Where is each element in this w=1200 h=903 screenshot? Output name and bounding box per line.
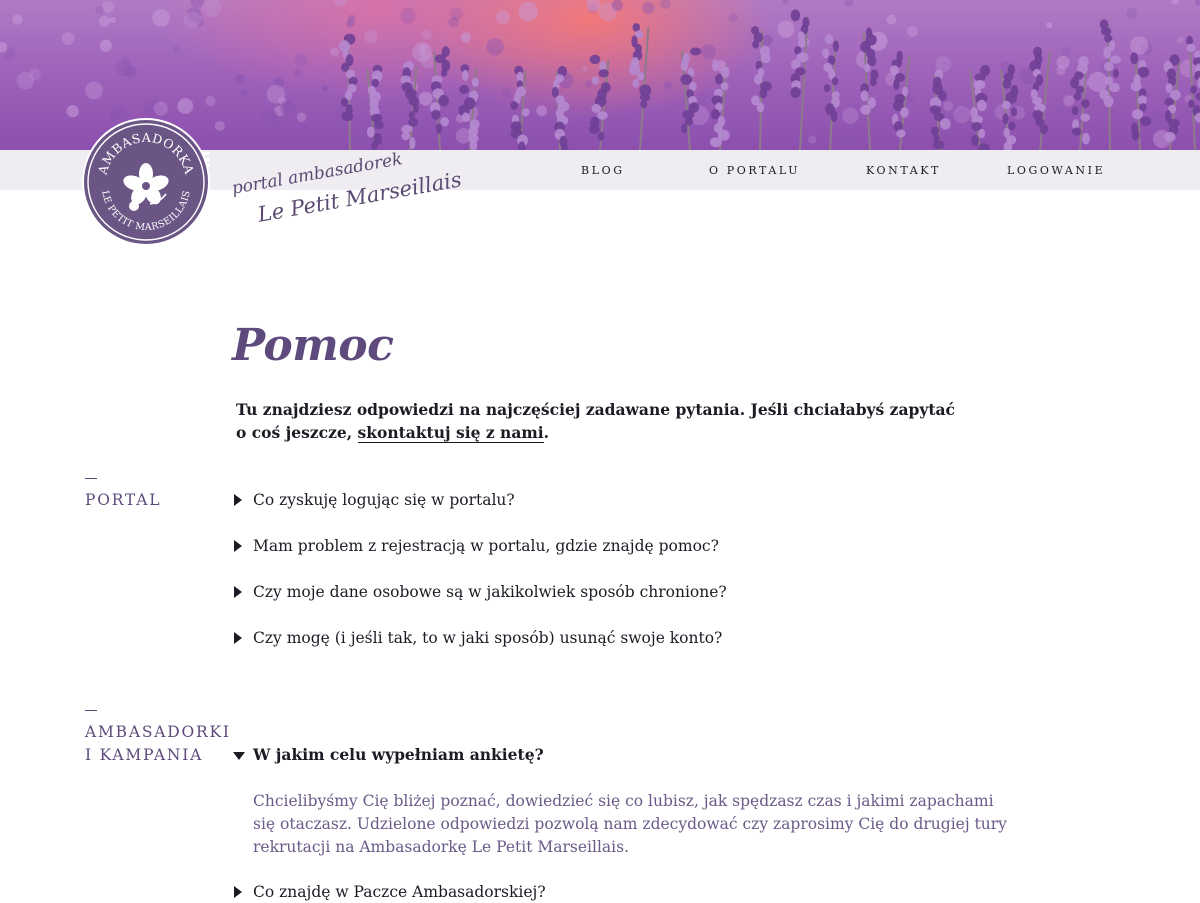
- caret-right-icon: [234, 494, 242, 506]
- caret-right-icon: [234, 632, 242, 644]
- caret-down-icon: [233, 752, 245, 760]
- section-label-line-2: I KAMPANIA: [85, 744, 231, 767]
- brand-logo-badge[interactable]: AMBASADORKA LE PETIT MARSEILLAIS: [80, 116, 212, 248]
- faq-question: Czy moje dane osobowe są w jakikolwiek s…: [253, 581, 727, 603]
- intro-text: Tu znajdziesz odpowiedzi na najczęściej …: [236, 400, 955, 442]
- nav-link-logowanie[interactable]: LOGOWANIE: [1007, 164, 1105, 177]
- faq-question: Czy mogę (i jeśli tak, to w jaki sposób)…: [253, 627, 722, 649]
- section-dash-portal: [85, 478, 97, 479]
- page-title: Pomoc: [232, 320, 393, 371]
- contact-us-link[interactable]: skontaktuj się z nami: [358, 423, 544, 443]
- nav-link-blog[interactable]: BLOG: [581, 164, 625, 177]
- faq-answer: Chcielibyśmy Cię bliżej poznać, dowiedzi…: [253, 790, 1013, 859]
- intro-end: .: [544, 423, 549, 442]
- faq-question: Co zyskuję logując się w portalu?: [253, 489, 515, 511]
- brand-tagline: portal ambasadorek Le Petit Marseillais: [228, 163, 443, 243]
- faq-question: Mam problem z rejestracją w portalu, gdz…: [253, 535, 719, 557]
- caret-right-icon: [234, 540, 242, 552]
- nav-link-o-portalu[interactable]: O PORTALU: [709, 164, 800, 177]
- caret-right-icon: [234, 886, 242, 898]
- caret-right-icon: [234, 586, 242, 598]
- intro-paragraph: Tu znajdziesz odpowiedzi na najczęściej …: [236, 398, 956, 444]
- section-label-ambasadorki: AMBASADORKI I KAMPANIA: [85, 721, 231, 767]
- section-dash-ambasadorki: [85, 710, 97, 711]
- nav-link-kontakt[interactable]: KONTAKT: [866, 164, 941, 177]
- section-label-portal: PORTAL: [85, 489, 161, 512]
- faq-question: W jakim celu wypełniam ankietę?: [253, 744, 544, 766]
- section-label-line-1: AMBASADORKI: [85, 721, 231, 744]
